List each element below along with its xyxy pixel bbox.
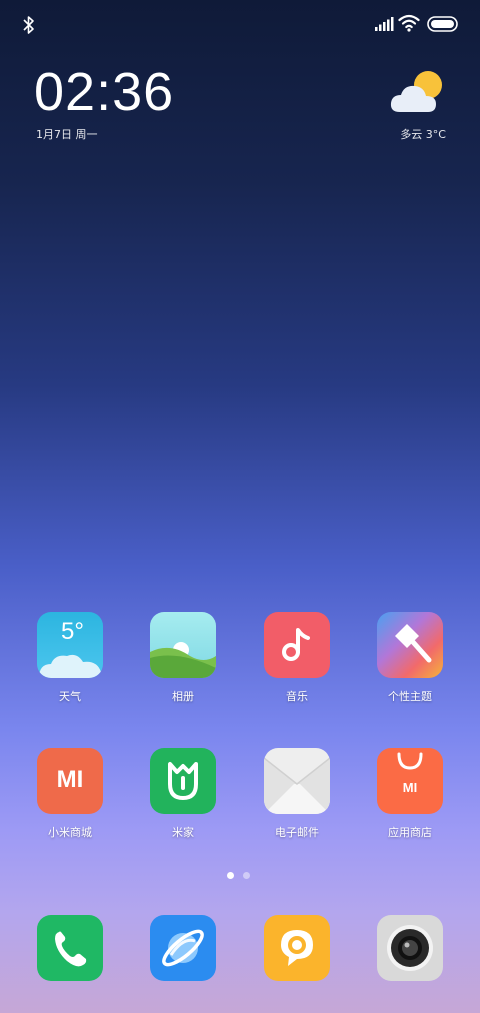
app-label: 相册 — [172, 690, 194, 703]
app-label: 音乐 — [286, 690, 308, 703]
app-mi-store[interactable]: MI 小米商城 — [15, 748, 125, 840]
dock-browser[interactable] — [150, 915, 216, 981]
status-bar — [0, 0, 480, 50]
dock-camera[interactable] — [377, 915, 443, 981]
app-store-icon: MI — [377, 748, 443, 814]
email-icon — [264, 748, 330, 814]
app-label: 个性主题 — [388, 690, 432, 703]
themes-icon — [377, 612, 443, 678]
phone-icon — [55, 931, 87, 967]
app-label: 电子邮件 — [275, 826, 319, 839]
dock-messages[interactable] — [264, 915, 330, 981]
app-label: 天气 — [59, 690, 81, 703]
page-dot-active[interactable] — [227, 872, 234, 879]
bluetooth-icon — [23, 16, 34, 34]
camera-icon — [387, 925, 433, 971]
app-themes[interactable]: 个性主题 — [355, 612, 465, 704]
weather-summary: 多云 3°C — [400, 128, 446, 141]
page-indicator[interactable] — [227, 872, 257, 880]
browser-icon — [162, 929, 204, 967]
clock-time[interactable]: 02:36 — [34, 62, 174, 122]
dock-phone[interactable] — [37, 915, 103, 981]
app-label: 应用商店 — [388, 826, 432, 839]
app-label: 米家 — [172, 826, 194, 839]
app-weather[interactable]: 5° 天气 — [15, 612, 125, 704]
mi-home-icon — [150, 748, 216, 814]
app-music[interactable]: 音乐 — [242, 612, 352, 704]
app-email[interactable]: 电子邮件 — [242, 748, 352, 840]
weather-app-temp: 5° — [61, 618, 84, 645]
cellular-signal-icon — [375, 17, 394, 31]
partly-cloudy-icon[interactable] — [386, 68, 448, 118]
gallery-icon — [150, 612, 216, 678]
app-store[interactable]: MI 应用商店 — [355, 748, 465, 840]
app-gallery[interactable]: 相册 — [128, 612, 238, 704]
mi-store-icon: MI — [37, 748, 103, 814]
messages-icon — [281, 930, 313, 966]
app-mi-home[interactable]: 米家 — [128, 748, 238, 840]
battery-icon — [427, 16, 458, 32]
mi-logo: MI — [402, 780, 418, 795]
music-icon — [264, 612, 330, 678]
weather-app-icon: 5° — [37, 612, 103, 678]
page-dot[interactable] — [243, 872, 250, 879]
clock-date: 1月7日 周一 — [36, 128, 98, 141]
mi-logo: MI — [56, 766, 84, 793]
wifi-icon — [398, 14, 420, 32]
app-label: 小米商城 — [48, 826, 92, 839]
